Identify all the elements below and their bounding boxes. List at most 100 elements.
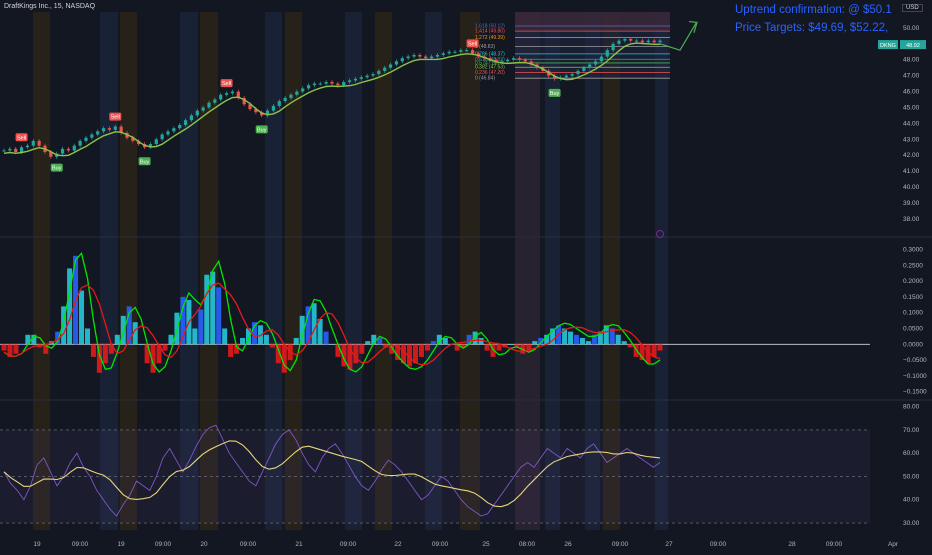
- price-candle: [611, 43, 615, 51]
- macd-axis-tick-label: −0.1500: [903, 389, 927, 396]
- price-candle: [160, 134, 164, 140]
- price-candle: [60, 148, 65, 154]
- x-axis-tick-label: 25: [482, 541, 490, 548]
- price-candle: [447, 51, 451, 54]
- price-candle: [388, 64, 393, 68]
- buy-signal-label: Buy: [257, 127, 267, 133]
- price-axis-tick-label: 41.00: [903, 168, 920, 175]
- price-candle: [623, 39, 627, 41]
- price-candle: [277, 101, 281, 106]
- chart-svg: 1.618 (50.12)1.414 (49.80)1.272 (49.39)1…: [0, 12, 932, 548]
- x-axis-tick-label: 28: [788, 541, 796, 548]
- price-candle: [207, 102, 211, 108]
- price-axis-tick-label: 40.00: [903, 184, 920, 191]
- price-candle: [406, 56, 410, 59]
- price-axis-tick-label: 44.00: [903, 120, 920, 127]
- price-candle: [213, 99, 217, 103]
- macd-histogram-bar: [311, 303, 317, 345]
- price-candle: [506, 59, 510, 62]
- macd-histogram-bar: [90, 344, 96, 357]
- price-candle: [394, 61, 399, 65]
- macd-histogram-bar: [222, 328, 228, 345]
- price-candle: [78, 140, 82, 146]
- price-candle: [178, 124, 182, 129]
- x-axis-tick-label: 19: [33, 541, 41, 548]
- macd-histogram-bar: [579, 337, 585, 345]
- macd-histogram-bar: [508, 344, 514, 345]
- rsi-axis-tick-label: 30.00: [903, 520, 920, 527]
- uptrend-annotation: Uptrend confirmation: @ $50.1: [735, 4, 892, 16]
- x-axis-tick-label: 08:00: [519, 541, 536, 548]
- price-candle: [453, 51, 457, 53]
- price-candle: [2, 150, 6, 152]
- price-candle: [289, 94, 293, 98]
- macd-histogram-bar: [210, 271, 216, 345]
- macd-histogram-bar: [13, 344, 19, 354]
- price-candle: [195, 110, 199, 116]
- macd-histogram-bar: [615, 334, 621, 345]
- price-candle: [172, 128, 176, 132]
- currency-badge[interactable]: USD: [902, 4, 923, 12]
- x-axis-tick-label: 09:00: [826, 541, 843, 548]
- sell-signal-label: Sell: [468, 41, 477, 47]
- x-axis-tick-label: 20: [200, 541, 208, 548]
- price-candle: [605, 50, 609, 57]
- macd-histogram-bar: [573, 334, 580, 345]
- price-candle: [183, 120, 188, 125]
- chart-canvas[interactable]: 1.618 (50.12) 1.414 (49.80) 1.272 (49.39) 1…: [0, 0, 932, 550]
- price-candle: [189, 115, 194, 121]
- price-candle: [224, 93, 229, 95]
- macd-histogram-bar: [19, 344, 25, 345]
- sell-signal-label: Sell: [222, 81, 231, 87]
- price-candle: [96, 131, 100, 135]
- price-candle: [90, 134, 94, 138]
- rsi-axis-tick-label: 80.00: [903, 404, 920, 411]
- macd-histogram-bar: [353, 344, 359, 364]
- price-candle: [113, 126, 117, 130]
- x-axis-tick-label: Apr: [888, 541, 899, 548]
- macd-axis-tick-label: 0.2500: [903, 262, 923, 269]
- macd-axis-tick-label: 0.0000: [903, 341, 923, 348]
- macd-histogram-bar: [359, 344, 365, 354]
- price-candle: [330, 82, 334, 84]
- price-candle: [312, 83, 317, 86]
- fib-level-label: 0 (46.84): [475, 76, 495, 82]
- macd-axis-tick-label: 0.3000: [903, 246, 923, 253]
- price-candle: [400, 58, 404, 62]
- price-candle: [154, 139, 158, 145]
- macd-histogram-bar: [365, 341, 371, 345]
- macd-histogram-bar: [228, 344, 234, 357]
- price-axis-tick-label: 39.00: [903, 200, 920, 207]
- x-axis-tick-label: 21: [295, 541, 303, 548]
- price-axis-tick-label: 38.00: [903, 216, 920, 223]
- x-axis-tick-label: 22: [394, 541, 402, 548]
- price-candle: [634, 40, 639, 42]
- price-candle: [201, 107, 205, 111]
- price-candle: [523, 59, 527, 62]
- macd-histogram-bar: [329, 344, 335, 345]
- targets-annotation: Price Targets: $49.69, $52.22,: [735, 22, 889, 34]
- price-candle: [465, 50, 469, 52]
- macd-histogram-bar: [216, 287, 222, 345]
- macd-histogram-bar: [84, 328, 91, 345]
- macd-histogram-bar: [1, 344, 7, 351]
- price-candle: [365, 75, 369, 78]
- macd-histogram-bar: [335, 344, 341, 357]
- price-candle: [383, 67, 387, 71]
- price-candle: [424, 56, 428, 59]
- price-candle: [166, 131, 170, 135]
- buy-signal-label: Buy: [52, 166, 62, 172]
- price-candle: [412, 54, 416, 57]
- price-candle: [582, 67, 586, 71]
- price-candle: [576, 70, 580, 75]
- buy-signal-label: Buy: [140, 159, 150, 165]
- x-axis-tick-label: 27: [665, 541, 673, 548]
- x-axis-tick-label: 09:00: [155, 541, 172, 548]
- price-axis-tick-label: 47.00: [903, 73, 920, 80]
- macd-histogram-bar: [108, 344, 114, 354]
- price-candle: [640, 40, 645, 43]
- price-candle: [629, 39, 633, 41]
- macd-histogram-bar: [430, 341, 436, 345]
- macd-histogram-bar: [269, 344, 275, 348]
- x-axis-tick-label: 09:00: [340, 541, 357, 548]
